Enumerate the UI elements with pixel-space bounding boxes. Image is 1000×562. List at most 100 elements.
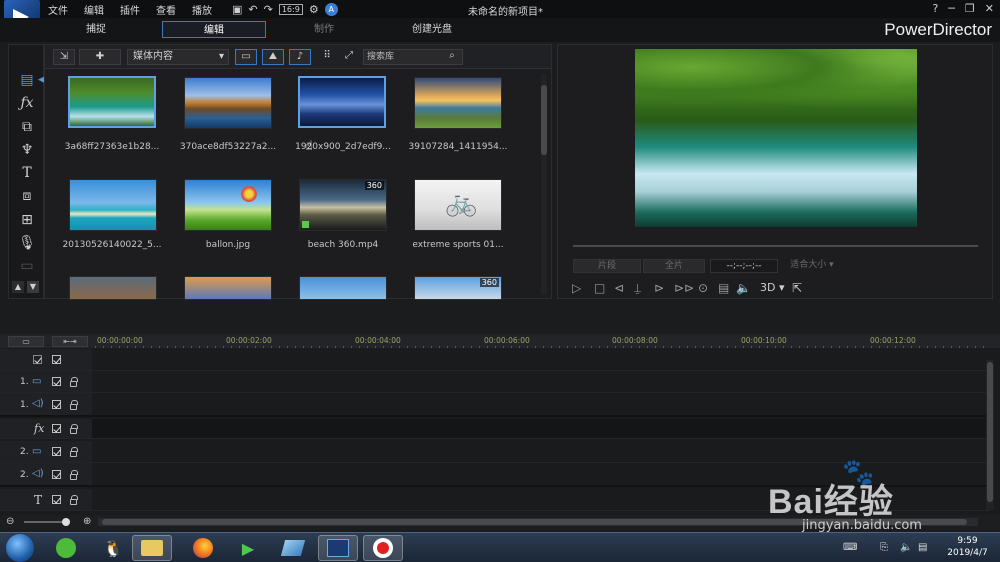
media-thumbnail[interactable] [298,76,386,128]
taskbar-qq[interactable]: 🐧 [93,535,133,561]
close-button[interactable]: ✕ [985,2,994,15]
play-icon[interactable]: ▷ [572,281,581,295]
grid-view-icon[interactable]: ⠿ [319,49,335,65]
tab-capture[interactable]: 捕捉 [70,21,122,38]
library-scrollbar[interactable] [541,75,547,295]
fit-timeline-icon[interactable]: ⇤⇥ [52,336,88,347]
previous-frame-icon[interactable]: ⊲ [614,281,624,295]
help-button[interactable]: ? [932,2,938,15]
lock-icon[interactable] [70,424,78,434]
redo-icon[interactable]: ↷ [264,3,273,16]
media-thumbnail[interactable]: 🚲 [414,179,502,231]
track-enable-checkbox[interactable] [52,447,61,456]
taskbar-app[interactable] [273,535,313,561]
chapter-room-icon[interactable]: ▭ [18,257,36,275]
lock-icon[interactable] [70,447,78,457]
zoom-out-icon[interactable]: ⊖ [6,516,14,527]
system-clock[interactable]: 9:59 2019/4/7 [940,535,995,559]
effect-room-icon[interactable]: ƒx [18,94,36,112]
track-enable-checkbox[interactable] [52,424,61,433]
transition-room-icon[interactable]: ⧈ [18,187,36,205]
subtitle-icon[interactable]: ▤ [718,281,729,295]
media-thumbnail[interactable]: 360 [414,276,502,300]
menu-plugins[interactable]: 插件 [120,2,140,17]
media-thumbnail[interactable] [68,76,156,128]
track-enable-checkbox[interactable] [52,470,61,479]
audio-filter-icon[interactable]: ♪ [289,49,311,65]
taskbar-firefox[interactable] [183,535,223,561]
undo-icon[interactable]: ↶ [248,3,257,16]
preview-timeline-slider[interactable] [573,245,978,247]
media-thumbnail[interactable] [184,179,272,231]
taskbar-file-explorer[interactable] [132,535,172,561]
media-thumbnail[interactable] [184,276,272,300]
thumbnail-size-icon[interactable]: ⤢ [341,49,357,65]
undock-preview-icon[interactable]: ⇱ [792,281,802,295]
settings-icon[interactable]: ⚙ [309,3,319,16]
media-thumbnail[interactable] [69,276,157,300]
taskbar-media-app[interactable]: ▶ [228,535,268,561]
search-icon[interactable]: ⌕ [443,49,461,65]
network-tray-icon[interactable]: ▤ [918,542,927,553]
aspect-ratio-icon[interactable]: 16:9 [278,3,303,15]
menu-play[interactable]: 播放 [192,2,212,17]
taskbar-powerdirector[interactable] [318,535,358,561]
snapshot-icon[interactable]: ⊙ [698,281,708,295]
tab-create-disc[interactable]: 创建光盘 [400,21,464,38]
track-enable-checkbox[interactable] [52,400,61,409]
lock-icon[interactable] [70,470,78,480]
volume-icon[interactable]: 🔈 [736,281,751,295]
menu-file[interactable]: 文件 [48,2,68,17]
stop-icon[interactable]: □ [594,281,605,295]
keyboard-tray-icon[interactable]: ⌨ [843,542,857,553]
title-room-icon[interactable]: T [18,164,36,182]
library-scroll-thumb[interactable] [541,85,547,155]
media-thumbnail[interactable] [299,276,387,300]
volume-tray-icon[interactable]: 🔈 [900,542,912,553]
clip-mode-button[interactable]: 片段 [573,259,641,273]
menu-view[interactable]: 查看 [156,2,176,17]
media-thumbnail[interactable] [69,179,157,231]
lock-icon[interactable] [70,495,78,505]
media-thumbnail[interactable] [184,77,272,129]
media-thumbnail[interactable]: 360 [299,179,387,231]
voice-over-icon[interactable]: 🎙 [18,234,36,252]
fit-size-dropdown[interactable]: 适合大小 ▾ [784,259,840,273]
zoom-slider-handle[interactable] [62,518,70,526]
track-enable-checkbox[interactable] [52,377,61,386]
movie-mode-button[interactable]: 全片 [643,259,705,273]
timeline-view-icon[interactable]: ▭ [8,336,44,347]
menu-edit[interactable]: 编辑 [84,2,104,17]
image-filter-icon[interactable]: ⛰ [262,49,284,65]
lock-icon[interactable] [70,400,78,410]
import-media-icon[interactable]: ⇲ [53,49,75,65]
tab-produce[interactable]: 制作 [298,21,350,38]
video-filter-icon[interactable]: ▭ [235,49,257,65]
timecode-display[interactable]: --;--;--;-- [710,259,778,273]
taskbar-360-browser[interactable] [46,535,86,561]
next-frame-icon[interactable]: ⊳ [654,281,664,295]
start-button[interactable] [6,534,34,562]
split-icon[interactable]: ⍊ [634,281,641,296]
fast-forward-icon[interactable]: ⊳⊳ [674,281,694,295]
save-icon[interactable]: ▣ [232,3,242,16]
tab-edit[interactable]: 编辑 [162,21,266,38]
notification-icon[interactable]: A [324,2,338,16]
restore-button[interactable]: ❐ [965,2,975,15]
content-dropdown[interactable]: 媒体内容 ▾ [127,49,229,65]
track-enable-checkbox[interactable] [52,355,61,364]
scroll-down-icon[interactable]: ▼ [27,281,39,293]
ruler-marks[interactable] [95,346,985,348]
usb-tray-icon[interactable]: ⎘ [880,542,888,553]
pip-room-icon[interactable]: ⧉ [18,118,36,136]
scroll-up-icon[interactable]: ▲ [12,281,24,293]
particle-room-icon[interactable]: ♆ [18,141,36,159]
zoom-in-icon[interactable]: ⊕ [83,516,91,527]
3d-mode-button[interactable]: 3D ▾ [760,281,785,294]
minimize-button[interactable]: ─ [948,2,955,15]
media-room-icon[interactable]: ▤ [18,71,36,89]
lock-icon[interactable] [70,377,78,387]
plugin-icon[interactable]: ✚ [79,49,121,65]
track-enable-checkbox[interactable] [52,495,61,504]
media-thumbnail[interactable] [414,77,502,129]
